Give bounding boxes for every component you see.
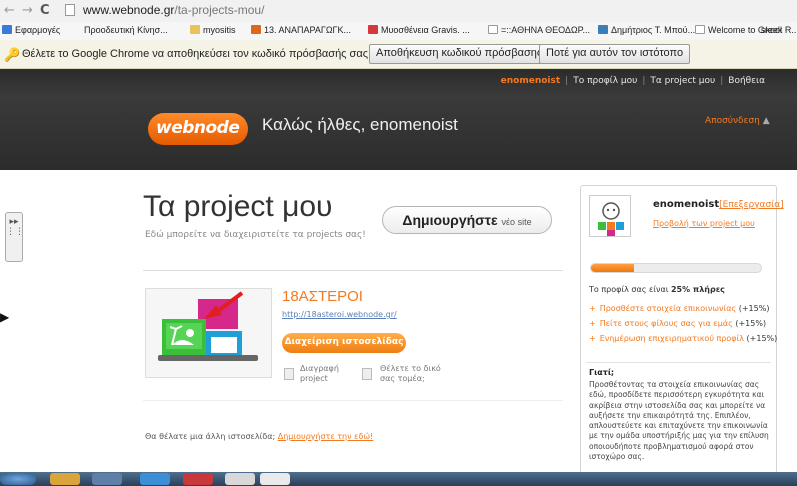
why-text: Προσθέτοντας τα στοιχεία επικοινωνίας σα… [589,380,769,462]
divider [586,362,771,363]
top-nav: enomenoist | Το προφίλ μου | Τα project μου |… [500,76,765,86]
chevron-right-icon: ▶ [0,310,10,324]
folder-icon [190,25,200,34]
profile-progress-fill [591,264,634,272]
view-projects-link[interactable]: Προβολή των project μου [653,219,755,228]
bookmark-icon [368,25,378,34]
bookmark-item[interactable]: skool [761,25,782,35]
plus-icon: + [589,334,596,343]
taskbar-app-icon[interactable] [260,473,290,485]
apps-icon [2,25,12,34]
plus-icon: + [589,304,596,313]
bookmark-icon [251,25,261,34]
divider [143,400,563,401]
page-title: Τα project μου [143,190,333,223]
bookmark-item[interactable]: myositis [190,25,236,35]
save-password-button[interactable]: Αποθήκευση κωδικού πρόσβασης [369,44,550,64]
lock-icon: ▲ [762,116,770,126]
nav-projects[interactable]: Τα project μου [650,76,715,86]
own-domain-link[interactable]: Θέλετε το δικό σας τομέα; [380,364,441,384]
page-icon [695,25,705,34]
bookmark-item[interactable]: 13. ΑΝΑΠΑΡΑΓΩΓΚ... [251,25,351,35]
sidebar-username: enomenoist[Επεξεργασία] [653,199,784,210]
tip-business[interactable]: + Ενημέρωση επιχειρηματικού προφίλ (+15%) [589,334,777,343]
tip-friends[interactable]: + Πείτε στους φίλους σας για εμάς (+15%) [589,319,766,328]
divider [143,270,563,271]
profile-progress-bar [590,263,762,273]
taskbar-app-icon[interactable] [183,473,213,485]
project-thumbnail[interactable] [145,288,272,378]
grid-icon: ⋮⋮ [6,227,24,237]
taskbar-app-icon[interactable] [225,473,255,485]
bookmark-apps[interactable]: Εφαρμογές [2,25,60,35]
taskbar-app-icon[interactable] [140,473,170,485]
expand-icon: ▸▸ [9,217,19,227]
forward-icon[interactable]: → [22,3,33,18]
tip-contact[interactable]: + Προσθέστε στοιχεία επικοινωνίας (+15%) [589,304,769,313]
delete-project-link[interactable]: Διαγραφή project [300,364,339,384]
bookmarks-bar: Εφαρμογές Προοδευτική Κίνησ... myositis … [0,22,797,40]
why-heading: Γιατί; [589,368,615,377]
project-url-link[interactable]: http://18asteroi.webnode.gr/ [282,310,397,319]
website-illustration-icon [158,291,258,361]
project-name[interactable]: 18ΑΣΤΕΡΟΙ [282,288,363,305]
never-save-button[interactable]: Ποτέ για αυτόν τον ιστότοπο [539,44,691,64]
username-link[interactable]: enomenoist [501,76,561,86]
address-bar: ← → C www.webnode.gr/ta-projects-mou/ [0,0,797,22]
bookmark-item[interactable]: Προοδευτική Κίνησ... [84,25,168,35]
other-site-prompt: Θα θέλατε μια άλλη ιστοσελίδα; Δημιουργή… [145,432,374,441]
bookmark-item[interactable]: =::ΑΘΗΝΑ ΘΕΟΔΩΡ... [488,25,590,35]
logout-link[interactable]: Αποσύνδεση ▲ [705,116,770,126]
user-avatar-icon [598,202,624,236]
edit-profile-link[interactable]: Επεξεργασία [723,200,781,210]
page-icon [488,25,498,34]
trash-icon[interactable] [284,368,294,380]
start-button[interactable] [0,473,36,485]
avatar[interactable] [589,195,631,237]
reload-icon[interactable]: C [40,3,50,18]
key-icon: 🔑 [4,47,21,62]
password-infobar: 🔑 Θέλετε το Google Chrome να αποθηκεύσει… [0,40,797,69]
nav-profile[interactable]: Το προφίλ μου [573,76,637,86]
bookmark-item[interactable]: Μυοσθένεια Gravis. ... [368,25,470,35]
bookmark-icon [598,25,608,34]
page-icon [65,4,75,16]
url-field[interactable]: www.webnode.gr/ta-projects-mou/ [83,3,264,17]
welcome-text: Καλώς ήλθες, enomenoist [262,115,458,134]
taskbar-app-icon[interactable] [92,473,122,485]
top-strip: enomenoist | Το προφίλ μου | Τα project μου |… [0,69,797,97]
domain-icon[interactable] [362,368,372,380]
bookmark-item[interactable]: Δημήτριος Τ. Μπού... [598,25,695,35]
profile-completion-text: Το προφίλ σας είναι 25% πλήρες [589,285,725,294]
create-site-button[interactable]: Δημιουργήστε νέο site [382,206,552,234]
manage-site-button[interactable]: Διαχείριση ιστοσελίδας [282,333,406,353]
webnode-logo[interactable]: webnode [148,113,248,145]
back-icon[interactable]: ← [4,3,15,18]
page-subtitle: Εδώ μπορείτε να διαχειριστείτε τα projec… [145,230,366,240]
side-panel-handle[interactable]: ▸▸ ⋮⋮ [5,212,24,262]
create-here-link[interactable]: Δημιουργήστε την εδώ! [278,432,374,441]
plus-icon: + [589,319,596,328]
nav-help[interactable]: Βοήθεια [728,76,765,86]
password-prompt: Θέλετε το Google Chrome να αποθηκεύσει τ… [22,48,372,60]
taskbar-app-icon[interactable] [50,473,80,485]
